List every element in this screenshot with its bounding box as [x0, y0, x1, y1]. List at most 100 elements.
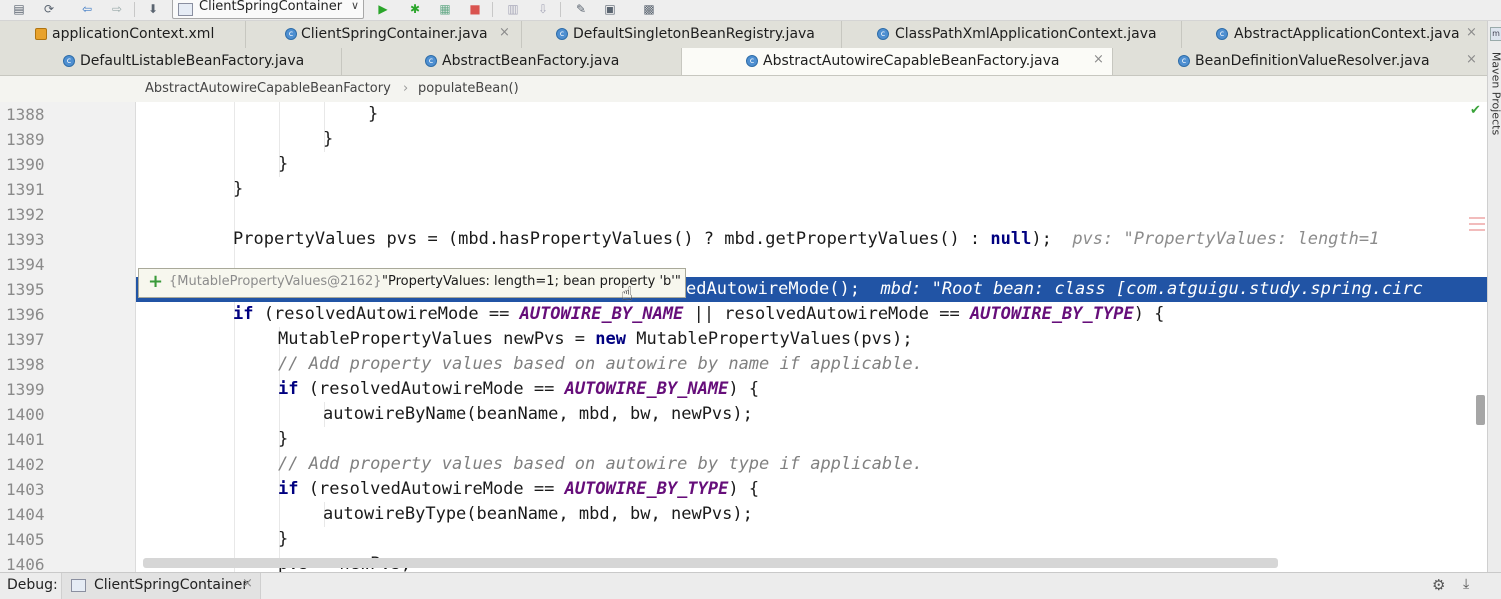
run-icon[interactable]: ▶	[374, 1, 392, 18]
debug-icon[interactable]: ✱	[406, 1, 424, 18]
code-line-1391: }	[233, 177, 243, 202]
line-number: 1395	[6, 277, 45, 302]
line-number-gutter[interactable]: 1388 1389 1390 1391 1392 1393 1394 1395 …	[0, 102, 136, 572]
tab-class-path-xml-application-context[interactable]: c ClassPathXmlApplicationContext.java	[842, 21, 1182, 48]
tab-abstract-autowire-capable-bean-factory[interactable]: c AbstractAutowireCapableBeanFactory.jav…	[682, 48, 1113, 75]
vcs-commit-icon[interactable]: ⇩	[534, 1, 552, 18]
keyword: if	[278, 479, 298, 499]
expand-icon[interactable]: +	[148, 271, 163, 292]
keyword: new	[595, 329, 626, 349]
hide-panel-icon[interactable]: ⤓	[1463, 576, 1469, 592]
sdk-icon[interactable]: ▩	[640, 1, 658, 18]
error-stripe-mark[interactable]	[1469, 229, 1485, 231]
tab-abstract-bean-factory[interactable]: c AbstractBeanFactory.java	[342, 48, 682, 75]
line-number: 1392	[6, 202, 45, 227]
sync-icon[interactable]: ⟳	[40, 1, 58, 18]
code-line-1405: }	[278, 527, 288, 552]
inline-debug-value[interactable]: pvs: "PropertyValues: length=1	[1072, 229, 1379, 249]
settings-icon[interactable]: ✎	[572, 1, 590, 18]
code-line-1398: // Add property values based on autowire…	[278, 352, 923, 377]
run-config-label: ClientSpringContainer	[199, 0, 342, 14]
class-icon: c	[425, 55, 437, 67]
keyword: if	[233, 304, 253, 324]
editor-tabs-row-2: c DefaultListableBeanFactory.java c Abst…	[0, 48, 1487, 76]
code-text: );	[1031, 229, 1051, 249]
close-icon[interactable]: ×	[242, 576, 253, 591]
code-line-1390: }	[278, 152, 288, 177]
horizontal-scrollbar[interactable]	[143, 558, 1278, 568]
code-text: (resolvedAutowireMode ==	[298, 379, 564, 399]
tab-label: ClassPathXmlApplicationContext.java	[895, 26, 1157, 42]
vertical-scrollbar-thumb[interactable]	[1476, 395, 1485, 425]
tab-label: applicationContext.xml	[52, 26, 214, 42]
hand-cursor-icon: ☝	[621, 283, 641, 307]
run-configuration-selector[interactable]: ClientSpringContainer ∨	[172, 0, 364, 19]
code-text: ) {	[1134, 304, 1165, 324]
code-line-1395: edAutowireMode(); mbd: "Root bean: class…	[686, 277, 1423, 302]
line-number: 1394	[6, 252, 45, 277]
gear-icon[interactable]: ⚙	[1432, 576, 1445, 594]
build-icon[interactable]: ⬇	[144, 1, 162, 18]
check-icon: ✔	[1470, 103, 1481, 118]
stop-icon[interactable]: ■	[466, 1, 484, 18]
line-number: 1399	[6, 377, 45, 402]
inline-debug-value[interactable]: mbd: "Root bean: class [com.atguigu.stud…	[880, 279, 1422, 299]
tab-default-listable-bean-factory[interactable]: c DefaultListableBeanFactory.java	[0, 48, 342, 75]
constant: AUTOWIRE_BY_TYPE	[565, 479, 729, 499]
line-number: 1400	[6, 402, 45, 427]
tab-label: BeanDefinitionValueResolver.java	[1195, 53, 1430, 69]
project-structure-icon[interactable]: ▣	[601, 1, 619, 18]
close-icon[interactable]: ×	[499, 25, 510, 40]
constant: AUTOWIRE_BY_NAME	[520, 304, 684, 324]
close-icon[interactable]: ×	[1466, 52, 1477, 67]
coverage-icon[interactable]: ▦	[436, 1, 454, 18]
error-stripe-mark[interactable]	[1469, 217, 1485, 219]
maven-projects-tab[interactable]: Maven Projects	[1490, 34, 1501, 154]
tab-label: ClientSpringContainer.java	[301, 26, 488, 42]
forward-icon[interactable]: ⇨	[108, 1, 126, 18]
tab-abstract-application-context[interactable]: c AbstractApplicationContext.java ×	[1182, 21, 1487, 48]
code-line-1389: }	[323, 127, 333, 152]
breadcrumb: AbstractAutowireCapableBeanFactory › pop…	[0, 76, 1487, 103]
code-line-1403: if (resolvedAutowireMode == AUTOWIRE_BY_…	[278, 477, 759, 502]
code-line-1399: if (resolvedAutowireMode == AUTOWIRE_BY_…	[278, 377, 759, 402]
tab-default-singleton-bean-registry[interactable]: c DefaultSingletonBeanRegistry.java	[522, 21, 842, 48]
tab-client-spring-container[interactable]: c ClientSpringContainer.java ×	[246, 21, 522, 48]
line-number: 1397	[6, 327, 45, 352]
error-stripe-mark[interactable]	[1469, 223, 1485, 225]
line-number: 1393	[6, 227, 45, 252]
code-editor[interactable]: } } } } PropertyValues pvs = (mbd.hasPro…	[136, 102, 1487, 572]
save-icon[interactable]: ▤	[10, 1, 28, 18]
line-number: 1396	[6, 302, 45, 327]
code-text: edAutowireMode();	[686, 279, 860, 299]
code-line-1396: if (resolvedAutowireMode == AUTOWIRE_BY_…	[233, 302, 1164, 327]
vcs-update-icon[interactable]: ▥	[504, 1, 522, 18]
tab-label: DefaultListableBeanFactory.java	[80, 53, 304, 69]
line-number: 1388	[6, 102, 45, 127]
back-icon[interactable]: ⇦	[78, 1, 96, 18]
breadcrumb-method[interactable]: populateBean()	[418, 81, 519, 96]
tab-application-context-xml[interactable]: applicationContext.xml	[0, 21, 246, 48]
code-text: (resolvedAutowireMode ==	[298, 479, 564, 499]
line-number: 1389	[6, 127, 45, 152]
debug-session-tab[interactable]: ClientSpringContainer ×	[61, 573, 261, 599]
debug-value-tooltip[interactable]: + {MutablePropertyValues@2162} "Property…	[138, 268, 686, 298]
code-text: PropertyValues pvs = (mbd.hasPropertyVal…	[233, 229, 990, 249]
keyword: if	[278, 379, 298, 399]
code-line-1388: }	[368, 102, 378, 127]
tooltip-object-ref: {MutablePropertyValues@2162}	[169, 274, 382, 289]
code-text: MutablePropertyValues newPvs =	[278, 329, 595, 349]
close-icon[interactable]: ×	[1093, 52, 1104, 67]
class-icon: c	[1178, 55, 1190, 67]
code-line-1400: autowireByName(beanName, mbd, bw, newPvs…	[323, 402, 753, 427]
class-icon: c	[556, 28, 568, 40]
line-number: 1405	[6, 527, 45, 552]
tab-bean-definition-value-resolver[interactable]: c BeanDefinitionValueResolver.java ×	[1113, 48, 1487, 75]
constant: AUTOWIRE_BY_TYPE	[970, 304, 1134, 324]
line-number: 1401	[6, 427, 45, 452]
chevron-down-icon: ∨	[351, 0, 359, 12]
class-icon: c	[63, 55, 75, 67]
code-text: ) {	[728, 479, 759, 499]
breadcrumb-class[interactable]: AbstractAutowireCapableBeanFactory	[145, 81, 391, 96]
close-icon[interactable]: ×	[1466, 25, 1477, 40]
